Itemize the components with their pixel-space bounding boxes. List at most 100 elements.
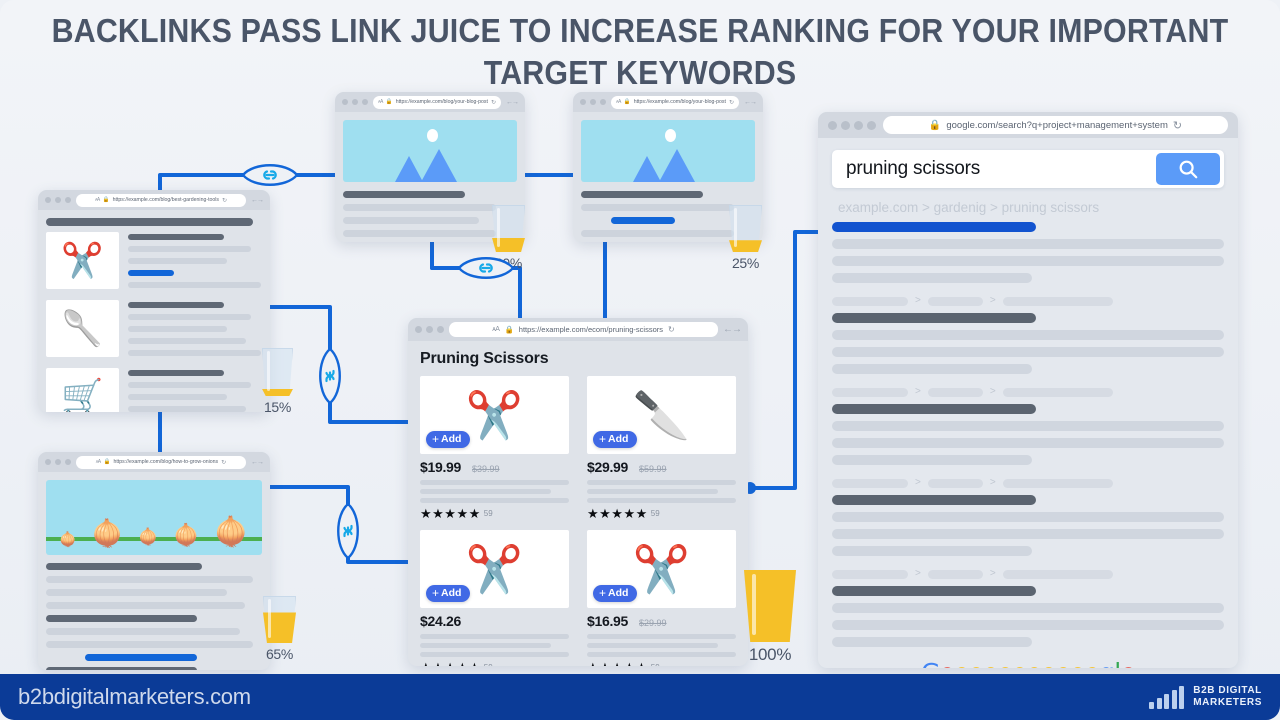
hero-image-onions: 🧅 🧅 🧅 🧅 🧅	[46, 480, 262, 555]
link-chain-icon	[337, 503, 359, 559]
result-breadcrumb: > >	[832, 387, 1224, 397]
reload-icon[interactable]: ↻	[491, 99, 496, 106]
lock-icon: 🔒	[623, 99, 631, 105]
inline-backlink[interactable]	[84, 654, 198, 661]
reload-icon[interactable]: ↻	[1173, 119, 1182, 132]
logo-letter: o	[1041, 658, 1056, 668]
product-old-price: $39.99	[472, 464, 500, 474]
add-button-label: Add	[608, 432, 629, 445]
rating: ★★★★★ 59	[420, 507, 569, 520]
add-to-cart-button[interactable]: + Add	[426, 584, 471, 602]
add-button-label: Add	[441, 586, 462, 599]
inline-backlink[interactable]	[128, 270, 174, 276]
thumbnail-trowel: 🥄	[46, 300, 119, 357]
result-title-placeholder[interactable]	[832, 222, 1036, 232]
add-to-cart-button[interactable]: + Add	[426, 430, 471, 448]
url-text: https://example.com/blog/how-to-grow-oni…	[113, 459, 219, 465]
search-result-3[interactable]: > >	[832, 387, 1224, 465]
stars-icon: ★★★★★	[420, 506, 481, 521]
search-result-4[interactable]: > >	[832, 478, 1224, 556]
window-blog-how-to-grow-onions[interactable]: ᴀA 🔒 https://example.com/blog/how-to-gro…	[38, 452, 270, 670]
reload-icon[interactable]: ↻	[221, 459, 226, 466]
browser-chrome: ᴀA 🔒 https://example.com/blog/best-garde…	[38, 190, 270, 210]
stars-icon: ★★★★★	[587, 661, 648, 666]
glass-shape	[744, 570, 796, 642]
result-title-placeholder[interactable]	[832, 495, 1036, 505]
product-image: ✂️ + Add	[420, 376, 569, 454]
product-description-placeholder	[420, 480, 569, 503]
rating: ★★★★★ 59	[587, 507, 736, 520]
result-breadcrumb: > >	[832, 296, 1224, 306]
hero-image-mountains	[343, 120, 517, 182]
text-size-icon[interactable]: ᴀA	[378, 99, 383, 105]
window-blog-best-gardening-tools[interactable]: ᴀA 🔒 https://example.com/blog/best-garde…	[38, 190, 270, 412]
list-item: 🥄	[46, 300, 262, 362]
browser-chrome: ᴀA 🔒 https://example.com/blog/your-blog-…	[335, 92, 525, 112]
add-button-label: Add	[608, 586, 629, 599]
nav-arrows-icon[interactable]: ←→	[744, 99, 757, 106]
reload-icon[interactable]: ↻	[729, 99, 734, 106]
nav-arrows-icon[interactable]: ←→	[251, 197, 264, 204]
reload-icon[interactable]: ↻	[668, 325, 675, 334]
glass-shape	[263, 596, 296, 643]
plus-icon: +	[599, 432, 607, 447]
product-grid: ✂️ + Add $19.99 $39.99 ★★★★★ 59 🔪 + Add …	[420, 376, 736, 666]
page-body: 🧅 🧅 🧅 🧅 🧅	[38, 472, 270, 670]
address-bar[interactable]: ᴀA 🔒 https://example.com/blog/your-blog-…	[373, 95, 501, 109]
google-wordmark: Gooooooooooogle	[832, 660, 1224, 668]
inline-backlink[interactable]	[610, 217, 675, 224]
product-card[interactable]: ✂️ + Add $16.95 $29.99	[587, 530, 736, 666]
bar-chart-icon	[1149, 685, 1185, 709]
search-result-2[interactable]: > >	[832, 296, 1224, 374]
reload-icon[interactable]: ↻	[222, 197, 227, 204]
backlink-badge-1	[242, 161, 298, 189]
logo-letter: o	[940, 658, 955, 668]
price-row: $29.99 $59.99	[587, 459, 736, 475]
search-box[interactable]: pruning scissors	[832, 150, 1224, 188]
search-button[interactable]	[1156, 153, 1220, 185]
add-to-cart-button[interactable]: + Add	[593, 430, 638, 448]
nav-arrows-icon[interactable]: ←→	[251, 459, 264, 466]
nav-arrows-icon[interactable]: ←→	[506, 99, 519, 106]
text-size-icon[interactable]: ᴀA	[96, 459, 101, 465]
product-card[interactable]: ✂️ + Add $24.26	[420, 530, 569, 666]
search-result-1[interactable]	[832, 222, 1224, 283]
product-emoji: ✂️	[465, 543, 524, 595]
address-bar[interactable]: 🔒 google.com/search?q+project+management…	[883, 116, 1228, 134]
product-description-placeholder	[587, 634, 736, 657]
text-size-icon[interactable]: ᴀA	[616, 99, 621, 105]
address-bar[interactable]: ᴀA 🔒 https://example.com/blog/best-garde…	[76, 193, 246, 207]
url-text: https://example.com/blog/your-blog-post	[633, 99, 726, 105]
lock-icon: 🔒	[103, 459, 111, 465]
product-card[interactable]: ✂️ + Add $19.99 $39.99 ★★★★★ 59	[420, 376, 569, 520]
infographic-root: BACKLINKS PASS LINK JUICE TO INCREASE RA…	[0, 0, 1280, 720]
highlighted-breadcrumb: example.com > gardenig > pruning scissor…	[838, 200, 1100, 215]
window-ecom-pruning-scissors[interactable]: ᴀA 🔒 https://example.com/ecom/pruning-sc…	[408, 318, 748, 666]
heading-placeholder	[46, 218, 254, 226]
product-card[interactable]: 🔪 + Add $29.99 $59.99 ★★★★★ 59	[587, 376, 736, 520]
juice-label: 25%	[731, 255, 760, 271]
nav-arrows-icon[interactable]: ←→	[723, 324, 742, 335]
text-size-icon[interactable]: ᴀA	[492, 326, 500, 333]
window-google-serp[interactable]: 🔒 google.com/search?q+project+management…	[818, 112, 1238, 668]
add-to-cart-button[interactable]: + Add	[593, 584, 638, 602]
result-title-placeholder[interactable]	[832, 404, 1036, 414]
backlink-badge-2	[458, 254, 514, 282]
address-bar[interactable]: ᴀA 🔒 https://example.com/blog/how-to-gro…	[76, 455, 246, 469]
result-title-placeholder[interactable]	[832, 586, 1036, 596]
juice-glass-25: 25%	[729, 205, 762, 271]
address-bar[interactable]: ᴀA 🔒 https://example.com/blog/your-blog-…	[611, 95, 739, 109]
result-title-placeholder[interactable]	[832, 313, 1036, 323]
hero-image-mountains	[581, 120, 755, 182]
search-result-5[interactable]: > >	[832, 569, 1224, 647]
page-body: Pruning Scissors ✂️ + Add $19.99 $39.99 …	[408, 341, 748, 666]
address-bar[interactable]: ᴀA 🔒 https://example.com/ecom/pruning-sc…	[449, 322, 718, 337]
logo-letter: o	[1070, 658, 1085, 668]
product-price: $24.26	[420, 613, 462, 629]
rating: ★★★★★ 59	[420, 661, 569, 666]
window-dots	[342, 99, 368, 105]
text-size-icon[interactable]: ᴀA	[95, 197, 100, 203]
search-input[interactable]: pruning scissors	[846, 158, 1156, 180]
url-text: https://example.com/blog/your-blog-post	[395, 99, 488, 105]
thumbnail-wheelbarrow: 🛒	[46, 368, 119, 412]
